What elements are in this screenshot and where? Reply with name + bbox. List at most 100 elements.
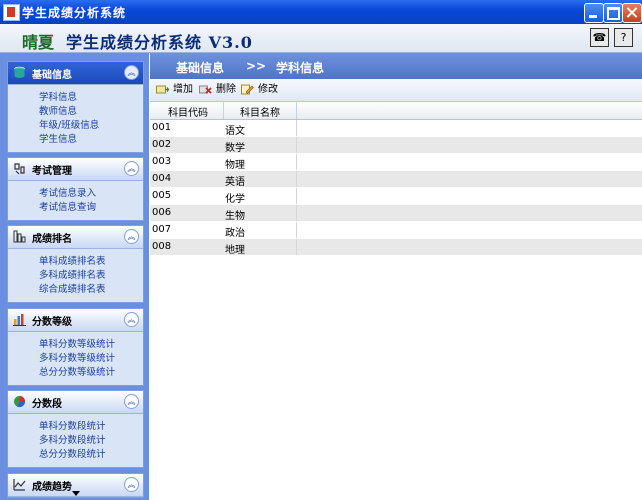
cell-name: 政治 (225, 228, 245, 239)
delete-icon (199, 85, 212, 94)
minimize-button[interactable] (584, 3, 604, 23)
nav-link-multi-level[interactable]: 多科分数等级统计 (39, 352, 143, 366)
add-icon (156, 85, 169, 94)
cell-code: 004 (152, 173, 172, 184)
brand-prefix: 晴夏 (22, 33, 55, 52)
panel-basic-info: 基础信息 ︽ 学科信息 教师信息 年级/班级信息 学生信息 (7, 61, 144, 153)
column-divider (223, 102, 224, 119)
cell-divider (296, 154, 297, 170)
app-icon (3, 4, 20, 21)
nav-link-single-ranking[interactable]: 单科成绩排名表 (39, 255, 143, 269)
subject-table: 科目代码 科目名称 001 语文 002 数学 003 物理 004 英语 00… (150, 102, 642, 256)
panel-score-range: 分数段 ︽ 单科分数段统计 多科分数段统计 总分分数段统计 (7, 390, 144, 468)
cell-divider (296, 137, 297, 153)
cell-code: 006 (152, 207, 172, 218)
column-divider (296, 102, 297, 119)
panel-header[interactable]: 分数段 ︽ (8, 391, 143, 414)
cell-divider (296, 171, 297, 187)
panel-title: 分数段 (32, 399, 62, 410)
add-label: 增加 (173, 84, 193, 95)
panel-title: 成绩趋势 (32, 482, 72, 493)
edit-icon (241, 84, 254, 95)
table-row[interactable]: 008 地理 (150, 239, 642, 256)
edit-button[interactable]: 修改 (241, 82, 278, 98)
main-content: 基础信息 >> 学科信息 增加 删除 修改 科目代码 科目名称 001 语文 0… (150, 53, 642, 500)
nav-link-exam-entry[interactable]: 考试信息录入 (39, 187, 143, 201)
pie-chart-icon (14, 396, 26, 408)
nav-link-student-info[interactable]: 学生信息 (39, 133, 143, 147)
nav-link-multi-ranking[interactable]: 多科成绩排名表 (39, 269, 143, 283)
cell-name: 英语 (225, 177, 245, 188)
table-row[interactable]: 002 数学 (150, 137, 642, 154)
app-header: 晴夏 学生成绩分析系统 V3.0 ☎ ? (0, 24, 642, 53)
nav-link-total-level[interactable]: 总分分数等级统计 (39, 366, 143, 380)
collapse-icon[interactable]: ︽ (124, 229, 139, 244)
cell-code: 008 (152, 241, 172, 252)
cell-name: 语文 (225, 126, 245, 137)
ranking-icon (13, 230, 26, 243)
cell-code: 001 (152, 122, 172, 133)
cell-name: 化学 (225, 194, 245, 205)
nav-link-subject-info[interactable]: 学科信息 (39, 91, 143, 105)
panel-title: 考试管理 (32, 166, 72, 177)
nav-link-multi-range[interactable]: 多科分数段统计 (39, 434, 143, 448)
table-row[interactable]: 004 英语 (150, 171, 642, 188)
title-bar[interactable]: 学生成绩分析系统 (0, 0, 642, 24)
nav-link-overall-ranking[interactable]: 综合成绩排名表 (39, 283, 143, 297)
panel-score-ranking: 成绩排名 ︽ 单科成绩排名表 多科成绩排名表 综合成绩排名表 (7, 225, 144, 303)
collapse-icon[interactable]: ︽ (124, 65, 139, 80)
sidebar: 基础信息 ︽ 学科信息 教师信息 年级/班级信息 学生信息 考试管理 ︽ 考试信… (0, 53, 149, 500)
table-row[interactable]: 003 物理 (150, 154, 642, 171)
help-icon[interactable]: ? (614, 28, 633, 47)
panel-header[interactable]: 成绩排名 ︽ (8, 226, 143, 249)
app-window: 学生成绩分析系统 晴夏 学生成绩分析系统 V3.0 ☎ ? 基础信息 ︽ 学科信… (0, 0, 642, 500)
collapse-icon[interactable]: ︽ (124, 161, 139, 176)
scroll-down-icon[interactable] (72, 491, 80, 496)
collapse-icon[interactable]: ︽ (124, 477, 139, 492)
toolbar: 增加 删除 修改 (150, 79, 642, 102)
cell-code: 002 (152, 139, 172, 150)
breadcrumb-section: 基础信息 (176, 61, 225, 75)
cell-code: 003 (152, 156, 172, 167)
column-header-code[interactable]: 科目代码 (168, 104, 208, 119)
nav-link-grade-class-info[interactable]: 年级/班级信息 (39, 119, 143, 133)
collapse-icon[interactable]: ︽ (124, 394, 139, 409)
close-button[interactable] (622, 3, 642, 23)
column-header-name[interactable]: 科目名称 (240, 104, 280, 119)
panel-title: 成绩排名 (32, 234, 72, 245)
database-icon (14, 66, 25, 78)
add-button[interactable]: 增加 (156, 82, 193, 98)
breadcrumb: 基础信息 >> 学科信息 (150, 53, 642, 79)
panel-header[interactable]: 基础信息 ︽ (8, 62, 143, 85)
table-row[interactable]: 006 生物 (150, 205, 642, 222)
phone-icon[interactable]: ☎ (590, 28, 609, 47)
panel-header[interactable]: 分数等级 ︽ (8, 309, 143, 332)
nav-link-teacher-info[interactable]: 教师信息 (39, 105, 143, 119)
nav-link-total-range[interactable]: 总分分数段统计 (39, 448, 143, 462)
table-row[interactable]: 005 化学 (150, 188, 642, 205)
nav-link-single-level[interactable]: 单科分数等级统计 (39, 338, 143, 352)
breadcrumb-separator: >> (246, 59, 267, 73)
breadcrumb-page: 学科信息 (276, 61, 325, 75)
nav-link-exam-query[interactable]: 考试信息查询 (39, 201, 143, 215)
panel-title: 基础信息 (32, 70, 72, 81)
delete-button[interactable]: 删除 (199, 82, 236, 98)
table-row[interactable]: 001 语文 (150, 120, 642, 137)
maximize-button[interactable] (603, 3, 623, 23)
trend-icon (13, 479, 26, 491)
panel-score-level: 分数等级 ︽ 单科分数等级统计 多科分数等级统计 总分分数等级统计 (7, 308, 144, 386)
cell-divider (296, 239, 297, 255)
panel-header[interactable]: 考试管理 ︽ (8, 158, 143, 181)
window-title: 学生成绩分析系统 (22, 6, 127, 20)
brand-title: 学生成绩分析系统 V3.0 (66, 33, 253, 52)
table-row[interactable]: 007 政治 (150, 222, 642, 239)
cell-name: 地理 (225, 245, 245, 256)
cell-code: 005 (152, 190, 172, 201)
panel-exam-management: 考试管理 ︽ 考试信息录入 考试信息查询 (7, 157, 144, 221)
cell-divider (296, 205, 297, 221)
collapse-icon[interactable]: ︽ (124, 312, 139, 327)
cell-code: 007 (152, 224, 172, 235)
cell-divider (296, 188, 297, 204)
delete-label: 删除 (216, 84, 236, 95)
nav-link-single-range[interactable]: 单科分数段统计 (39, 420, 143, 434)
